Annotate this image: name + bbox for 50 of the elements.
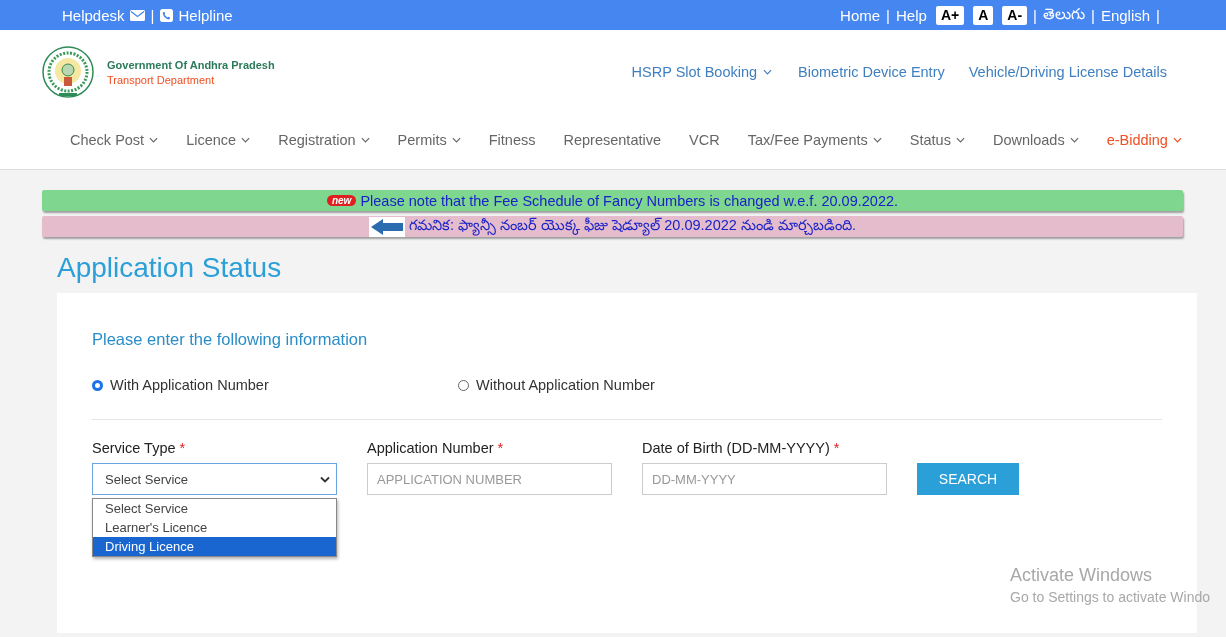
separator: | xyxy=(1033,6,1037,24)
nav-link[interactable]: Help xyxy=(896,6,927,24)
nav-link[interactable]: Vehicle/Driving License Details xyxy=(968,64,1167,80)
radio-label: With Application Number xyxy=(110,377,269,393)
input-field[interactable]: DD-MM-YYYY xyxy=(642,463,887,495)
separator: | xyxy=(150,6,155,24)
radio-label: Without Application Number xyxy=(476,377,655,393)
separator: | xyxy=(1091,6,1095,24)
menu-item[interactable]: Downloads xyxy=(992,132,1079,148)
menu-item[interactable]: VCR xyxy=(689,132,720,148)
field-label: Date of Birth (DD-MM-YYYY) * xyxy=(642,440,840,456)
new-badge: new xyxy=(326,195,357,206)
radio-option[interactable]: Without Application Number xyxy=(458,377,824,393)
separator: | xyxy=(1156,6,1160,24)
department-name: Transport Department xyxy=(107,73,216,86)
form-heading: Please enter the following information xyxy=(92,330,369,349)
dropdown-option[interactable]: Learner's Licence xyxy=(93,518,336,537)
notice-text: గమనిక: ఫ్యాన్సీ నంబర్ యొక్క ఫీజు షెడ్యూల్ 20.09.2022 నుండి మార్చబడింది. xyxy=(409,216,856,237)
activation-title: Activate Windows xyxy=(1010,565,1154,586)
menu-item[interactable]: Check Post xyxy=(70,132,159,148)
font-size-button[interactable]: A xyxy=(973,5,994,25)
service-type-dropdown[interactable]: Select Service xyxy=(92,463,337,495)
language-link[interactable]: తెలుగు xyxy=(1043,4,1085,26)
font-size-button[interactable]: A+ xyxy=(935,5,965,25)
notice-text: Please note that the Fee Schedule of Fancy Numbers is changed w.e.f. 20.09.2022. xyxy=(360,192,899,209)
page-title: Application Status xyxy=(57,252,283,284)
organization-name: Government Of Andhra Pradesh xyxy=(107,58,275,71)
activation-message: Go to Settings to activate Windo xyxy=(1010,589,1210,605)
menu-item[interactable]: Status xyxy=(909,132,965,148)
language-link[interactable]: English xyxy=(1100,6,1151,24)
nav-link[interactable]: Biometric Device Entry xyxy=(798,64,945,80)
menu-item[interactable]: Registration xyxy=(278,132,370,148)
font-size-button[interactable]: A- xyxy=(1002,5,1028,25)
menu-item[interactable]: Permits xyxy=(397,132,461,148)
menu-item[interactable]: Licence xyxy=(186,132,251,148)
menu-item[interactable]: Fitness xyxy=(488,132,536,148)
menu-item[interactable]: e-Bidding xyxy=(1106,132,1182,148)
nav-link[interactable]: HSRP Slot Booking xyxy=(631,64,773,80)
dropdown-option[interactable]: Select Service xyxy=(93,499,336,518)
helpline-link[interactable]: Helpline xyxy=(160,6,233,24)
nav-link[interactable]: Home xyxy=(840,6,881,24)
field-label: Service Type * xyxy=(92,440,186,456)
separator: | xyxy=(886,6,890,24)
menu-item[interactable]: Representative xyxy=(563,132,662,148)
input-field[interactable]: APPLICATION NUMBER xyxy=(367,463,612,495)
radio-option[interactable]: With Application Number xyxy=(92,377,458,393)
helpdesk-link[interactable]: Helpdesk xyxy=(62,6,145,24)
menu-item[interactable]: Tax/Fee Payments xyxy=(747,132,882,148)
field-label: Application Number * xyxy=(367,440,504,456)
dropdown-option[interactable]: Driving Licence xyxy=(93,537,336,556)
